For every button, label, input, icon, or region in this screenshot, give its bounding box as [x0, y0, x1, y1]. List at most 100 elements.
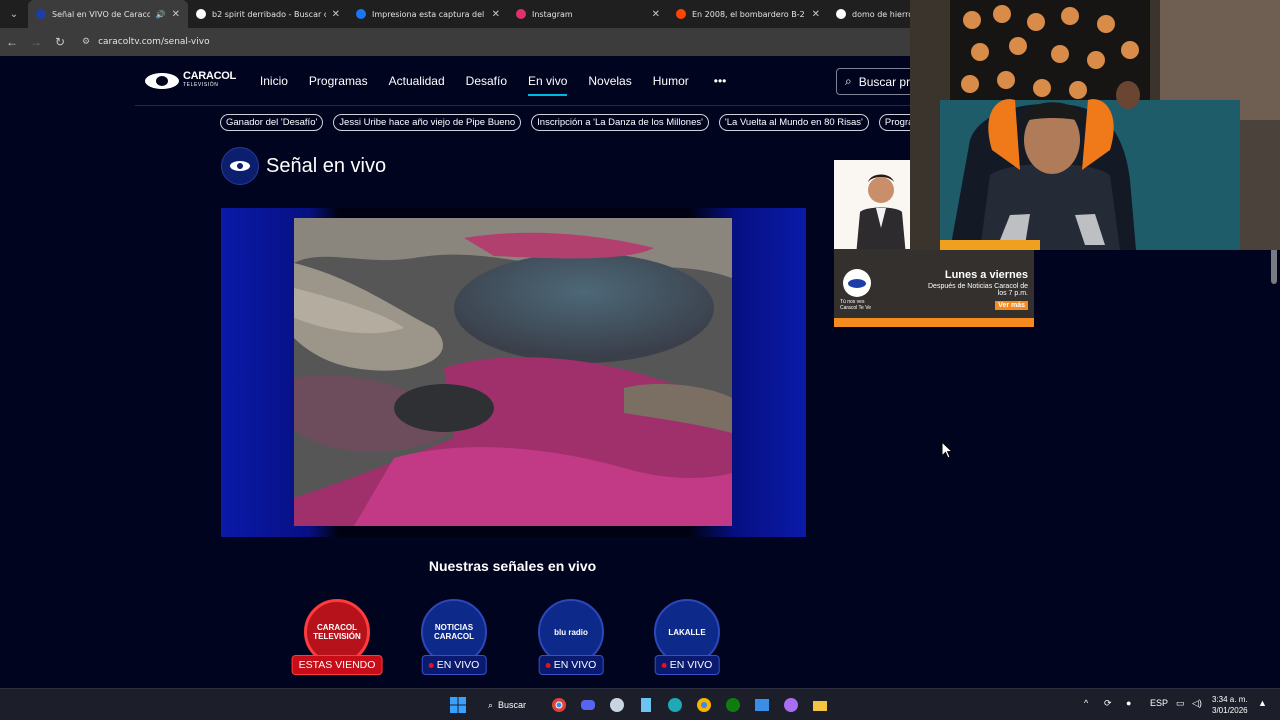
- webcam-overlay: [910, 0, 1280, 250]
- taskbar-search-label: Buscar: [498, 700, 527, 710]
- live-dot-icon: [661, 662, 667, 668]
- live-signal-card[interactable]: blu radio EN VIVO: [528, 599, 614, 677]
- tab-close-icon[interactable]: ✕: [652, 9, 660, 20]
- chrome-icon[interactable]: [549, 695, 569, 715]
- signal-status-text: ESTAS VIENDO: [298, 659, 376, 671]
- nav-item[interactable]: Inicio: [260, 64, 288, 98]
- tab-close-icon[interactable]: ✕: [812, 9, 820, 20]
- url-text: caracoltv.com/senal-vivo: [98, 37, 210, 47]
- signal-status-text: EN VIVO: [436, 659, 480, 671]
- signal-status-badge[interactable]: EN VIVO: [654, 655, 720, 675]
- tab-favicon-icon: [356, 9, 366, 19]
- signals-heading: Nuestras señales en vivo: [428, 558, 597, 574]
- discord-icon[interactable]: [578, 695, 598, 715]
- browser-tab[interactable]: En 2008, el bombardero B-2 "Sp ✕: [668, 0, 828, 28]
- sync-icon[interactable]: ⟳: [1104, 698, 1112, 709]
- ad-headline: Lunes a viernes: [944, 269, 1028, 281]
- volume-icon[interactable]: ◁): [1192, 698, 1202, 709]
- header-divider: [135, 105, 915, 106]
- url-field[interactable]: ⚙ caracoltv.com/senal-vivo: [82, 37, 210, 47]
- logo-brand: CARACOL: [183, 70, 236, 82]
- nav-item[interactable]: Novelas: [588, 64, 631, 98]
- mouse-cursor-icon: [941, 440, 954, 459]
- tab-favicon-icon: [36, 9, 46, 19]
- taskbar: ⌕ Buscar ^ ⟳ ● ESP ▭ ◁) 3:34 a. m. 3/01/…: [0, 688, 1280, 720]
- nav-item[interactable]: En vivo: [528, 64, 568, 98]
- ad-cta-button[interactable]: Ver más: [995, 301, 1028, 310]
- forward-arrow-icon[interactable]: →: [24, 35, 48, 49]
- xbox-icon[interactable]: [723, 695, 743, 715]
- trending-chip[interactable]: Jessi Uribe hace año viejo de Pipe Bueno: [333, 114, 522, 131]
- chrome-secondary-icon[interactable]: [694, 695, 714, 715]
- trending-chip[interactable]: 'La Vuelta al Mundo en 80 Risas': [718, 114, 869, 131]
- tab-audio-icon[interactable]: 🔊: [156, 10, 166, 19]
- tab-search-chevron-icon[interactable]: ⌄: [0, 0, 28, 28]
- tab-title: Instagram: [532, 9, 573, 19]
- signal-status-badge[interactable]: EN VIVO: [538, 655, 604, 675]
- notification-bell-icon[interactable]: ▲: [1258, 698, 1267, 708]
- tab-title: Impresiona esta captura del B-: [372, 9, 486, 19]
- live-dot-icon: [428, 662, 434, 668]
- network-icon[interactable]: ▭: [1176, 698, 1185, 709]
- microphone-icon[interactable]: ●: [1126, 698, 1131, 708]
- tab-close-icon[interactable]: ✕: [172, 9, 180, 20]
- edge-icon[interactable]: [665, 695, 685, 715]
- browser-tab[interactable]: b2 spirit derribado - Buscar con ✕: [188, 0, 348, 28]
- tab-favicon-icon: [676, 9, 686, 19]
- page-scrollbar[interactable]: [1271, 246, 1277, 284]
- ad-subline: Después de Noticias Caracol de los 7 p.m…: [928, 283, 1028, 297]
- search-icon: ⌕: [845, 74, 852, 88]
- back-arrow-icon[interactable]: ←: [0, 35, 24, 49]
- tab-favicon-icon: [196, 9, 206, 19]
- tray-overflow-icon[interactable]: ^: [1084, 698, 1088, 708]
- more-menu-icon[interactable]: •••: [714, 74, 727, 88]
- file-explorer-icon[interactable]: [810, 695, 830, 715]
- page-title: Señal en vivo: [266, 154, 387, 177]
- site-header: CARACOL TELEVISIÓN Inicio Programas Actual…: [135, 56, 926, 106]
- browser-tab[interactable]: Impresiona esta captura del B- ✕: [348, 0, 508, 28]
- system-clock[interactable]: 3:34 a. m. 3/01/2026: [1212, 694, 1248, 716]
- signal-status-badge[interactable]: EN VIVO: [421, 655, 487, 675]
- nav-item[interactable]: Actualidad: [389, 64, 445, 98]
- notepad-icon[interactable]: [636, 695, 656, 715]
- search-icon: ⌕: [488, 699, 494, 710]
- tab-title: En 2008, el bombardero B-2 "Sp: [692, 9, 806, 19]
- site-info-icon[interactable]: ⚙: [82, 37, 90, 47]
- copilot-icon[interactable]: [781, 695, 801, 715]
- search-label: Buscar pr: [858, 74, 911, 89]
- browser-tab[interactable]: Instagram ✕: [508, 0, 668, 28]
- video-player[interactable]: [221, 208, 806, 537]
- live-signal-card[interactable]: CARACOL TELEVISIÓN ESTAS VIENDO: [291, 599, 383, 677]
- signal-status-text: EN VIVO: [669, 659, 713, 671]
- trending-chip[interactable]: Inscripción a 'La Danza de los Millones': [531, 114, 709, 131]
- tab-close-icon[interactable]: ✕: [332, 9, 340, 20]
- signal-status-badge[interactable]: ESTAS VIENDO: [291, 655, 383, 675]
- signal-status-text: EN VIVO: [553, 659, 597, 671]
- taskbar-search[interactable]: ⌕ Buscar: [478, 694, 540, 716]
- trending-chip[interactable]: Ganador del 'Desafío': [220, 114, 324, 131]
- page-title-row: Señal en vivo: [221, 147, 386, 185]
- reload-icon[interactable]: ↻: [48, 35, 72, 49]
- live-signal-card[interactable]: LAKALLE EN VIVO: [644, 599, 730, 677]
- steam-icon[interactable]: [607, 695, 627, 715]
- channel-logo-icon: [221, 147, 259, 185]
- clock-time: 3:34 a. m.: [1212, 695, 1248, 704]
- caracol-badge-icon: [843, 269, 871, 297]
- ad-brand-caption: Tú nos ves Caracol Te Ve: [840, 299, 872, 311]
- live-video-frame[interactable]: [294, 218, 732, 526]
- live-signal-card[interactable]: NOTICIAS CARACOL EN VIVO: [411, 599, 497, 677]
- tab-title: b2 spirit derribado - Buscar con: [212, 9, 326, 19]
- tab-favicon-icon: [836, 9, 846, 19]
- live-dot-icon: [545, 662, 551, 668]
- photos-icon[interactable]: [752, 695, 772, 715]
- browser-tab[interactable]: Señal en VIVO de Caracol Te 🔊 ✕: [28, 0, 188, 28]
- tab-title: Señal en VIVO de Caracol Te: [52, 9, 150, 19]
- nav-item[interactable]: Programas: [309, 64, 368, 98]
- windows-start-icon[interactable]: [448, 695, 468, 715]
- nav-item[interactable]: Desafío: [466, 64, 507, 98]
- tab-close-icon[interactable]: ✕: [492, 9, 500, 20]
- nav-item[interactable]: Humor: [653, 64, 689, 98]
- caracol-logo[interactable]: CARACOL TELEVISIÓN: [145, 70, 236, 90]
- language-indicator[interactable]: ESP: [1150, 698, 1168, 708]
- trending-chips: Ganador del 'Desafío' Jessi Uribe hace añ…: [220, 114, 947, 131]
